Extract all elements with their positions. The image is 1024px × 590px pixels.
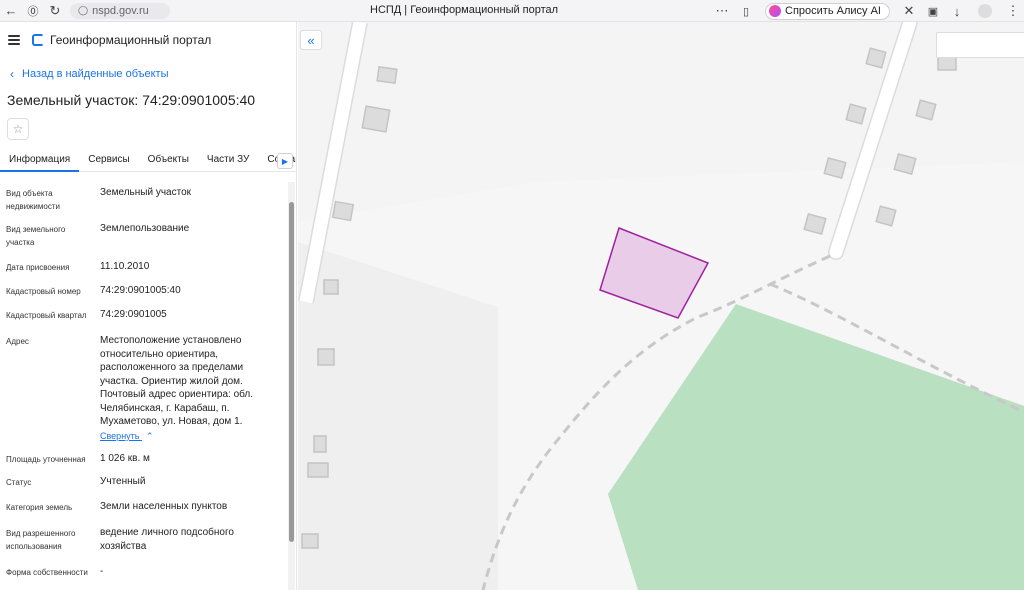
attribute-label: Кадастровый квартал	[6, 311, 87, 320]
collapse-address-link[interactable]: Свернуть ⌃	[100, 431, 154, 442]
tab-title: НСПД | Геоинформационный портал	[370, 4, 559, 16]
map-canvas[interactable]	[298, 22, 1024, 590]
attribute-label: Дата присвоения	[6, 263, 70, 272]
portal-logo-icon	[32, 34, 44, 46]
collapse-label: Свернуть	[100, 431, 140, 441]
scrollbar-thumb[interactable]	[289, 202, 294, 542]
yandex-icon[interactable]: ⓪	[22, 0, 44, 22]
tab-parcel-parts[interactable]: Части ЗУ	[198, 150, 258, 172]
building	[313, 435, 327, 453]
building	[307, 462, 329, 478]
attribute-value: Учтенный	[100, 476, 146, 487]
chevron-up-icon: ⌃	[146, 431, 154, 441]
object-tabs: Информация Сервисы Объекты Части ЗУ Сост…	[0, 150, 296, 172]
collapse-panel-icon[interactable]: «	[300, 30, 322, 50]
building	[331, 200, 355, 222]
object-info-panel: Геоинформационный портал ‹ Назад в найде…	[0, 22, 297, 590]
menu-icon[interactable]: ⋮	[1002, 0, 1024, 22]
building	[823, 157, 847, 179]
attribute-label: Площадь уточненная	[6, 455, 86, 464]
attribute-value: Земельный участок	[100, 187, 192, 198]
tab-information[interactable]: Информация	[0, 150, 80, 172]
attribute-label: Категория земель	[6, 503, 73, 512]
tabs-scroll-right-icon[interactable]: ▶	[277, 153, 293, 169]
attribute-label: Адрес	[6, 337, 29, 346]
building	[803, 213, 827, 235]
attribute-value: 11.10.2010	[100, 261, 150, 272]
attribute-value: Местоположение установлено относительно …	[100, 335, 254, 427]
ask-alice-label: Спросить Алису AI	[785, 5, 881, 17]
building	[915, 99, 937, 121]
attribute-label: Форма собственности	[6, 568, 88, 577]
object-title: Земельный участок: 74:29:0901005:40	[7, 92, 256, 108]
chevron-left-icon: ‹	[10, 67, 14, 81]
attribute-label: Кадастровый номер	[6, 287, 81, 296]
attribute-label: Вид разрешенного использования	[6, 529, 76, 551]
extensions-icon[interactable]: ✕	[898, 0, 920, 22]
attribute-label: Вид земельного участка	[6, 225, 66, 247]
attribute-label: Вид объекта недвижимости	[6, 189, 60, 211]
back-to-results-link[interactable]: ‹ Назад в найденные объекты	[0, 60, 296, 88]
building	[323, 279, 339, 295]
tab-objects[interactable]: Объекты	[139, 150, 198, 172]
map-view[interactable]: «	[298, 22, 1024, 590]
alice-icon	[769, 5, 782, 17]
building	[865, 47, 887, 69]
translate-icon[interactable]: ▣	[922, 0, 944, 22]
hamburger-menu-icon[interactable]	[8, 35, 20, 45]
building	[317, 348, 335, 366]
attribute-value: Земли населенных пунктов	[100, 501, 228, 512]
attribute-label: Статус	[6, 478, 32, 487]
browser-toolbar: ← ⓪ ↻ ◯ nspd.gov.ru НСПД | Геоинформацио…	[0, 0, 1024, 22]
attribute-value: Землепользование	[100, 223, 190, 234]
portal-title: Геоинформационный портал	[50, 33, 212, 47]
portal-logo[interactable]: Геоинформационный портал	[32, 33, 211, 47]
back-to-results-label: Назад в найденные объекты	[22, 68, 169, 80]
attribute-value: 74:29:0901005	[100, 309, 167, 320]
address-text: nspd.gov.ru	[92, 4, 149, 17]
building	[376, 65, 398, 85]
attribute-value: -	[100, 566, 104, 577]
address-bar[interactable]: ◯ nspd.gov.ru	[70, 2, 170, 19]
download-icon[interactable]: ↓	[946, 0, 968, 22]
tab-services[interactable]: Сервисы	[79, 150, 138, 172]
building	[875, 205, 897, 227]
attribute-value: 1 026 кв. м	[100, 453, 150, 464]
map-search-box[interactable]	[936, 32, 1024, 58]
ask-alice-button[interactable]: Спросить Алису AI	[765, 2, 890, 20]
reload-icon[interactable]: ↻	[44, 0, 66, 22]
bookmark-icon[interactable]: ▯	[735, 0, 757, 22]
profile-avatar[interactable]	[978, 4, 992, 18]
favorite-star-icon[interactable]: ☆	[7, 118, 29, 140]
building	[845, 103, 867, 125]
panel-scrollbar[interactable]	[288, 182, 295, 590]
back-arrow-icon[interactable]: ←	[0, 0, 22, 22]
attribute-value: 74:29:0901005:40	[100, 285, 181, 296]
site-info-icon: ◯	[78, 5, 89, 15]
building	[361, 105, 391, 133]
building	[893, 153, 917, 175]
building	[301, 533, 319, 549]
portal-header: Геоинформационный портал	[0, 22, 296, 58]
more-icon[interactable]: ⋯	[711, 0, 733, 22]
attribute-value: ведение личного подсобного хозяйства	[100, 527, 234, 552]
